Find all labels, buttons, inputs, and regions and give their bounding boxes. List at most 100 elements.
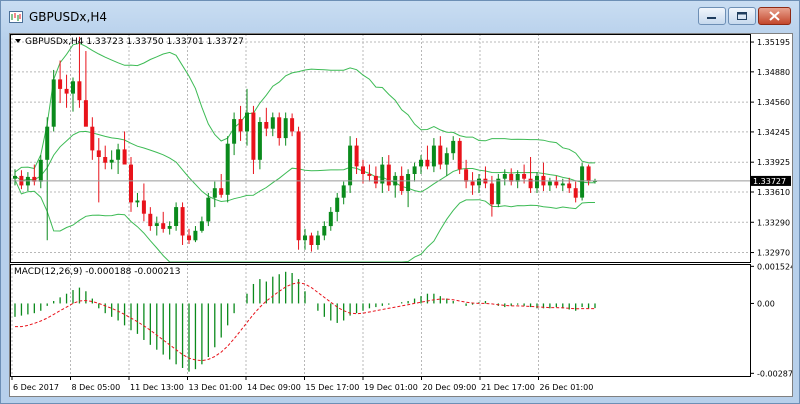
candle-body [438,145,443,165]
macd-y-tick-label: 0.00 [757,299,775,308]
candle-body [83,100,88,127]
x-tick-label: 11 Dec 13:00 [130,383,184,392]
maximize-button[interactable] [728,7,756,25]
candle-body [251,112,256,160]
x-tick-label: 15 Dec 17:00 [306,383,360,392]
candle-body [238,119,243,132]
candle-body [290,118,295,132]
candle-body [502,174,507,179]
close-button[interactable] [758,7,791,25]
candle-body [71,81,75,94]
candle-body [109,159,114,163]
candle-body [264,122,269,129]
candle-body [199,221,204,231]
candle-body [167,226,172,229]
candle-body [328,211,333,227]
candle-body [496,178,501,205]
candle-body [386,164,391,186]
candle-body [129,164,133,203]
candle-body [96,150,101,157]
candle-body [470,181,475,186]
chart-header-text: GBPUSDx,H4 1.33723 1.33750 1.33701 1.337… [25,37,244,47]
candle-body [444,153,449,165]
x-tick-label: 19 Dec 01:00 [364,383,418,392]
candle-body [193,230,198,241]
current-price-label: 1.33727 [753,177,786,186]
candle-body [296,131,301,241]
minimize-button[interactable] [698,7,726,25]
candle-body [58,79,63,89]
x-tick-label: 8 Dec 05:00 [72,383,121,392]
candle-body [187,235,191,241]
price-panel-frame [10,34,751,263]
candle-body [180,207,185,236]
chart-window-icon [9,11,23,23]
candle-body [354,145,359,167]
candle-body [45,126,50,160]
candle-body [567,183,572,189]
y-tick-label: 1.35195 [757,38,790,47]
x-tick-label: 6 Dec 2017 [13,383,59,392]
x-tick-label: 14 Dec 09:00 [247,383,301,392]
candle-body [477,178,481,186]
x-tick-label: 13 Dec 01:00 [189,383,243,392]
chart-header: GBPUSDx,H4 1.33723 1.33750 1.33701 1.337… [15,37,244,47]
candle-body [361,166,365,174]
y-tick-label: 1.33290 [757,218,790,227]
candle-body [122,149,127,165]
candles [10,36,750,252]
candle-body [232,119,237,144]
candle-body [586,166,591,182]
y-tick-label: 1.33925 [757,158,790,167]
window-title: GBPUSDx,H4 [29,10,107,24]
candle-body [528,178,533,189]
x-tick-label: 20 Dec 09:00 [423,383,477,392]
candle-body [154,223,159,226]
macd-panel-frame [10,264,751,377]
grid [10,34,750,376]
candle-body [522,174,527,179]
candle-body [141,200,146,214]
price-chart-svg[interactable]: 6 Dec 2017 8 Dec 05:00 11 Dec 13:00 13 Dec … [10,34,795,396]
candle-body [580,166,585,198]
maximize-icon [737,12,747,20]
candle-body [489,183,494,205]
y-tick-label: 1.34560 [757,98,790,107]
chart-area[interactable]: 6 Dec 2017 8 Dec 05:00 11 Dec 13:00 13 Dec … [9,33,795,397]
candle-body [457,140,462,170]
candle-body [464,169,469,182]
x-tick-label: 21 Dec 17:00 [481,383,535,392]
candle-body [219,188,224,195]
candle-body [283,118,288,139]
candle-body [419,159,423,167]
candle-body [116,149,121,160]
x-tick-label: 26 Dec 01:00 [540,383,594,392]
candle-body [431,145,436,167]
candle-body [341,185,346,198]
candle-body [303,235,307,241]
close-icon [769,11,780,21]
candle-body [560,183,565,186]
title-bar[interactable]: GBPUSDx,H4 [1,1,799,33]
minimize-icon [707,17,716,19]
candle-body [412,166,417,174]
candle-body [103,157,108,163]
candle-body [348,145,353,186]
macd-header-text: MACD(12,26,9) -0.000188 -0.000213 [14,267,180,277]
candle-body [425,159,430,167]
candle-body [315,235,320,245]
candle-body [535,175,539,189]
candle-body [225,143,230,195]
candle-body [573,188,578,198]
candle-body [270,117,275,129]
candle-body [212,188,217,198]
candle-body [38,159,43,182]
candle-body [174,207,179,226]
candle-body [77,81,82,101]
y-tick-label: 1.33610 [757,188,790,197]
candle-body [90,126,95,151]
y-tick-label: 1.34245 [757,128,790,137]
candle-body [554,181,559,186]
candle-body [161,223,166,229]
candle-body [547,181,552,186]
